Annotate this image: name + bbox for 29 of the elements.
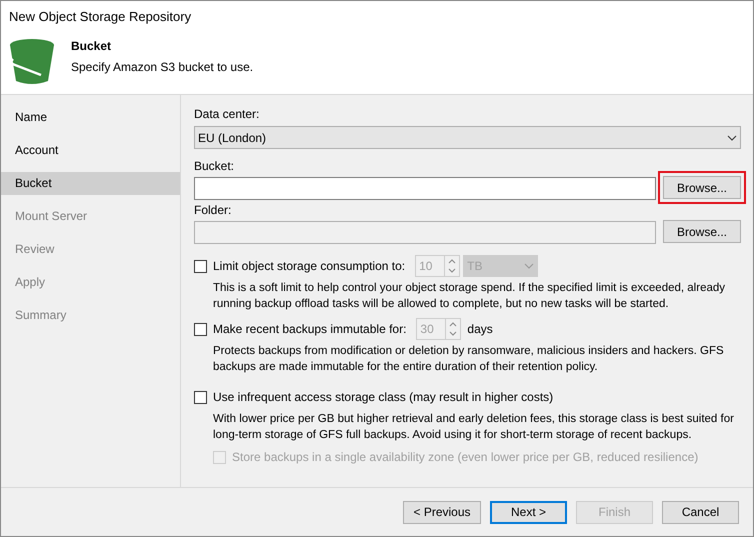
page-title: Bucket xyxy=(71,38,112,55)
chevron-down-icon xyxy=(524,263,534,269)
dialog-button[interactable]: < Previous xyxy=(403,500,481,524)
wizard-step[interactable]: Account xyxy=(1,139,180,162)
option-description: With lower price per GB but higher retrieval and early deletion fees, this storage class is best suited for long-term storage of GFS full backups. Avoid using it for short-term storage of recent backups. xyxy=(213,412,735,443)
bucket-field[interactable] xyxy=(194,177,656,200)
option-description: This is a soft limit to help control your object storage spend. If the specified limit is exceeded, already running backup offload tasks will be allowed to complete, but no new tasks will be started. xyxy=(213,281,726,312)
wizard-step[interactable]: Bucket xyxy=(1,172,180,195)
bucket-icon xyxy=(7,37,57,87)
wizard-step[interactable]: Name xyxy=(1,106,180,129)
field-label: Folder: xyxy=(194,202,232,219)
chevron-down-icon xyxy=(727,134,737,140)
browse-button[interactable]: Browse... xyxy=(663,176,741,199)
checkbox[interactable] xyxy=(194,260,207,272)
checkbox-label: Make recent backups immutable for: xyxy=(213,321,406,338)
dialog-button[interactable]: Next > xyxy=(490,500,567,524)
option-description: Protects backups from modification or deletion by ransomware, malicious insiders and hackers. GFS backups are made immutable for the entire duration of their retention policy. xyxy=(213,344,725,375)
checkbox-label: Use infrequent access storage class (may result in higher costs) xyxy=(213,389,554,406)
page-subtitle: Specify Amazon S3 bucket to use. xyxy=(71,59,254,76)
unit-label: days xyxy=(467,321,493,338)
field-label: Bucket: xyxy=(194,158,236,175)
field-label: Data center: xyxy=(194,106,260,123)
dialog-button[interactable]: Cancel xyxy=(662,500,739,524)
data-center-dropdown[interactable]: EU (London) xyxy=(194,126,741,149)
checkbox-label: Limit object storage consumption to: xyxy=(213,258,406,275)
checkbox[interactable] xyxy=(194,390,207,404)
checkbox[interactable] xyxy=(194,322,207,336)
window-title: New Object Storage Repository xyxy=(9,8,192,26)
checkbox-label: Store backups in a single availability zone (even lower price per GB, reduced resilience) xyxy=(232,449,698,466)
